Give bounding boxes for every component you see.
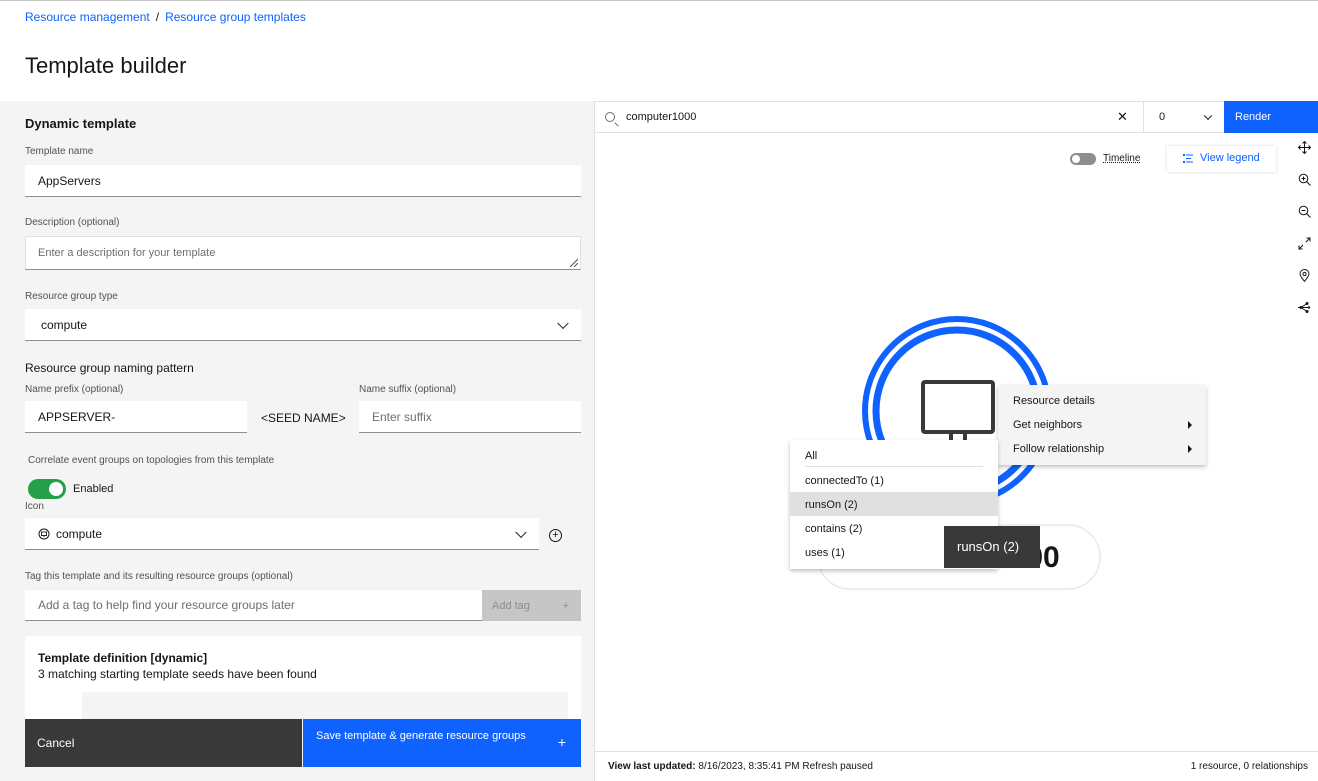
status-bar: View last updated: 8/16/2023, 8:35:41 PM… xyxy=(595,751,1318,781)
template-name-value: AppServers xyxy=(38,173,101,188)
menu-item-get-neighbors[interactable]: Get neighbors xyxy=(1013,419,1082,431)
submenu-item-connectedto[interactable]: connectedTo (1) xyxy=(790,468,998,492)
timeline-label: Timeline xyxy=(1103,153,1141,164)
caret-right-icon xyxy=(1188,421,1192,429)
cancel-button[interactable]: Cancel xyxy=(25,719,302,767)
last-updated-label: View last updated: xyxy=(608,761,696,772)
page-title: Template builder xyxy=(25,53,187,78)
section-title: Dynamic template xyxy=(25,116,137,131)
search-input[interactable]: computer1000 xyxy=(626,111,696,123)
template-name-input[interactable]: AppServers xyxy=(25,165,581,197)
fit-to-screen-icon[interactable] xyxy=(1298,237,1311,250)
correlate-toggle-label: Enabled xyxy=(73,483,114,495)
toggle-knob xyxy=(1072,155,1080,163)
last-updated-value: 8/16/2023, 8:35:41 PM Refresh paused xyxy=(698,761,873,772)
zoom-in-icon[interactable] xyxy=(1298,173,1311,186)
hop-depth-value: 0 xyxy=(1159,111,1166,123)
hop-depth-select[interactable]: 0 xyxy=(1143,102,1223,132)
chevron-down-icon xyxy=(557,317,569,329)
top-border xyxy=(0,0,1318,1)
location-icon[interactable] xyxy=(1298,269,1311,282)
save-generate-button[interactable]: Save template & generate resource groups… xyxy=(303,719,581,767)
correlate-label: Correlate event groups on topologies fro… xyxy=(28,455,275,466)
naming-pattern-heading: Resource group naming pattern xyxy=(25,361,194,375)
template-definition-subtitle: 3 matching starting template seeds have … xyxy=(38,667,317,681)
list-icon xyxy=(1183,154,1193,163)
compute-icon xyxy=(38,528,50,539)
render-button[interactable]: Render xyxy=(1224,101,1318,133)
breadcrumb: Resource management / Resource group tem… xyxy=(25,10,306,24)
tag-input-placeholder: Add a tag to help find your resource gro… xyxy=(38,598,295,612)
name-prefix-value: APPSERVER- xyxy=(38,409,116,424)
template-form-panel: Dynamic template Template name AppServer… xyxy=(0,101,595,781)
name-prefix-input[interactable]: APPSERVER- xyxy=(25,401,247,433)
name-suffix-label: Name suffix (optional) xyxy=(359,384,457,395)
breadcrumb-resource-management[interactable]: Resource management xyxy=(25,10,150,24)
timeline-toggle[interactable] xyxy=(1070,153,1096,165)
icon-select-value: compute xyxy=(56,526,103,541)
caret-right-icon xyxy=(1188,445,1192,453)
name-prefix-label: Name prefix (optional) xyxy=(25,384,124,395)
add-circle-icon[interactable]: + xyxy=(549,529,562,542)
menu-item-resource-details[interactable]: Resource details xyxy=(1013,395,1095,407)
template-definition-title: Template definition [dynamic] xyxy=(38,651,208,665)
render-label: Render xyxy=(1235,111,1272,123)
layout-icon[interactable] xyxy=(1298,301,1311,314)
description-placeholder: Enter a description for your template xyxy=(38,247,216,259)
cancel-label: Cancel xyxy=(37,736,75,750)
submenu-tooltip: runsOn (2) xyxy=(944,526,1040,568)
canvas-toolbar xyxy=(1290,133,1318,327)
add-icon: + xyxy=(557,734,566,750)
submenu-divider xyxy=(805,466,983,467)
icon-label: Icon xyxy=(25,501,44,512)
icon-select[interactable]: compute xyxy=(25,518,539,550)
save-label: Save template & generate resource groups xyxy=(316,730,526,742)
zoom-out-icon[interactable] xyxy=(1298,205,1311,218)
menu-item-follow-relationship[interactable]: Follow relationship xyxy=(1013,443,1104,455)
submenu-item-all[interactable]: All xyxy=(790,443,998,467)
add-tag-button[interactable]: Add tag + xyxy=(482,590,581,621)
description-label: Description (optional) xyxy=(25,217,120,228)
tag-label: Tag this template and its resulting reso… xyxy=(25,571,293,582)
resize-handle-icon[interactable] xyxy=(570,259,578,267)
seed-name-token: <SEED NAME> xyxy=(261,411,346,425)
view-legend-button[interactable]: View legend xyxy=(1167,146,1276,172)
tag-input[interactable]: Add a tag to help find your resource gro… xyxy=(25,590,482,621)
breadcrumb-resource-group-templates[interactable]: Resource group templates xyxy=(165,10,306,24)
template-definition-card: Template definition [dynamic] 3 matching… xyxy=(25,636,581,726)
node-context-menu: Resource details Get neighbors Follow re… xyxy=(998,385,1206,465)
chevron-down-icon xyxy=(1203,111,1213,121)
toggle-knob xyxy=(49,482,63,496)
topology-search-bar: computer1000 ✕ 0 xyxy=(595,101,1224,133)
close-icon[interactable]: ✕ xyxy=(1117,109,1128,125)
add-icon: + xyxy=(562,599,569,612)
last-updated: View last updated: 8/16/2023, 8:35:41 PM… xyxy=(608,761,873,772)
resource-group-type-select[interactable]: compute xyxy=(25,309,581,341)
search-icon xyxy=(605,112,615,122)
name-suffix-input[interactable]: Enter suffix xyxy=(359,401,581,433)
name-suffix-placeholder: Enter suffix xyxy=(372,409,432,424)
move-icon[interactable] xyxy=(1298,141,1311,154)
add-tag-label: Add tag xyxy=(492,599,530,612)
chevron-down-icon xyxy=(515,526,527,538)
resource-group-type-value: compute xyxy=(41,317,88,332)
description-textarea[interactable]: Enter a description for your template xyxy=(25,236,581,270)
correlate-toggle[interactable] xyxy=(28,479,66,499)
resource-summary: 1 resource, 0 relationships xyxy=(1190,761,1308,772)
breadcrumb-separator: / xyxy=(155,10,160,24)
view-legend-label: View legend xyxy=(1200,152,1260,164)
template-name-label: Template name xyxy=(25,146,94,157)
submenu-item-runson[interactable]: runsOn (2) xyxy=(790,492,998,516)
resource-group-type-label: Resource group type xyxy=(25,291,118,302)
